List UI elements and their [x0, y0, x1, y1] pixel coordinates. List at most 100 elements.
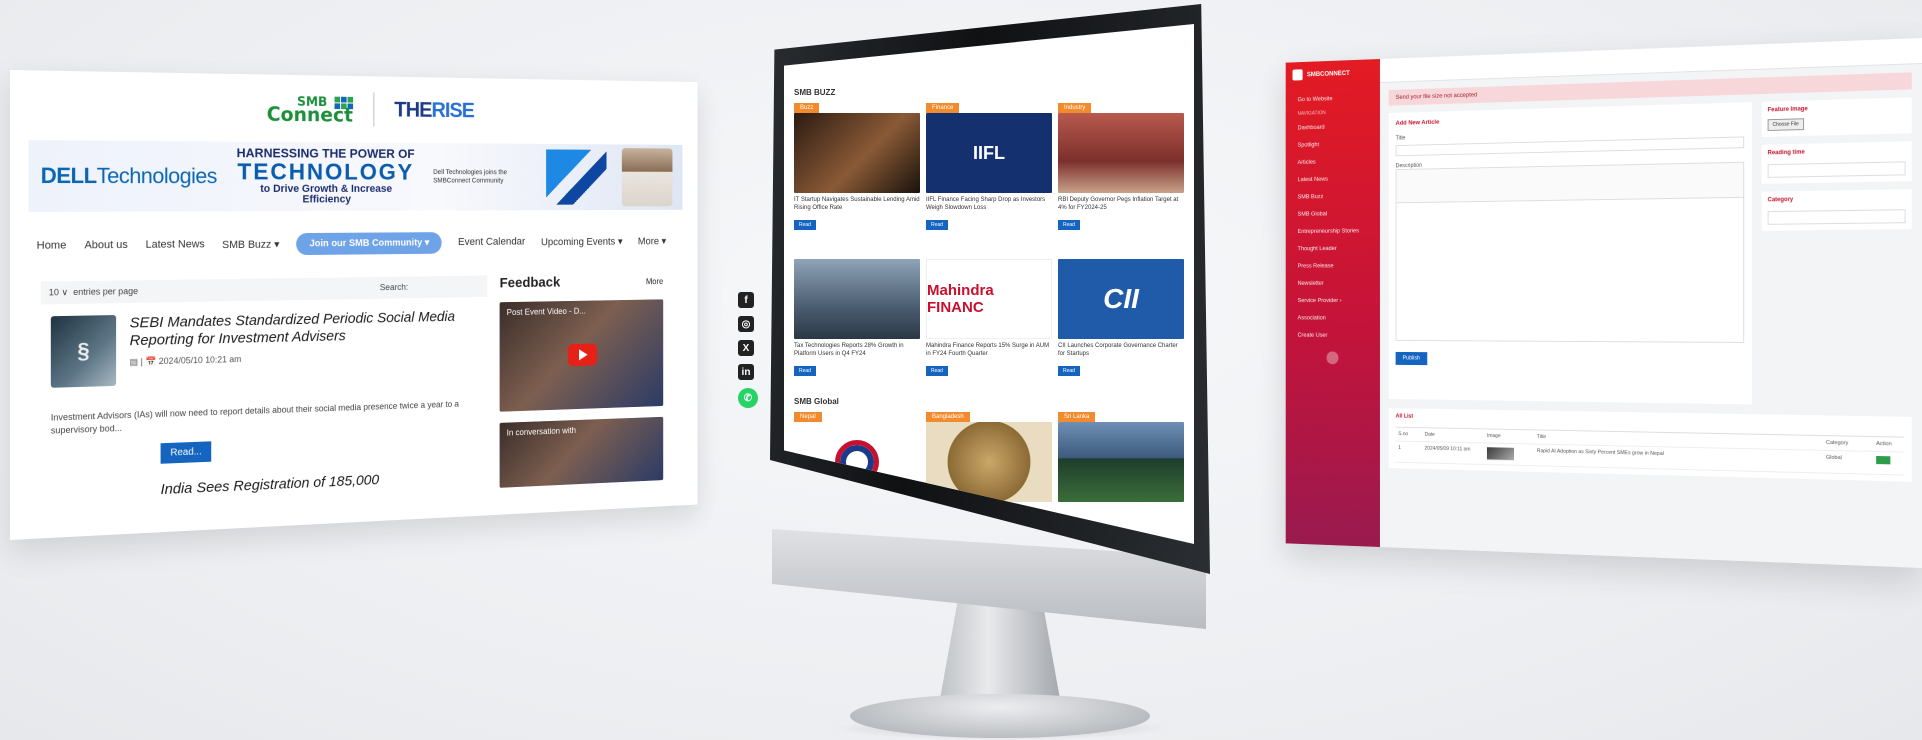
column-header[interactable]: Action: [1873, 437, 1903, 453]
article-excerpt: Investment Advisors (IAs) will now need …: [51, 397, 487, 437]
article-title[interactable]: India Sees Registration of 185,000: [41, 450, 488, 503]
article-title[interactable]: SEBI Mandates Standardized Periodic Soci…: [130, 308, 479, 350]
column-header[interactable]: Image: [1484, 429, 1534, 444]
sidebar-item-smb-buzz[interactable]: SMB Buzz: [1292, 187, 1373, 206]
card-image[interactable]: [794, 113, 920, 193]
sidebar-item-thought-leader[interactable]: Thought Leader: [1292, 240, 1373, 258]
entries-select[interactable]: 10 ∨: [49, 287, 68, 297]
video-thumbnail[interactable]: In conversation with: [500, 417, 664, 488]
video-thumbnail[interactable]: Post Event Video - D...: [500, 299, 664, 411]
table-cell: 2024/05/09 10:11 am: [1422, 442, 1484, 465]
edit-button[interactable]: [1876, 456, 1890, 465]
card-title[interactable]: CII Launches Corporate Governance Charte…: [1058, 343, 1184, 359]
category-select[interactable]: [1768, 209, 1906, 225]
news-card[interactable]: Tax Technologies Reports 28% Growth in P…: [794, 249, 920, 389]
admin-panel: SMBCONNECT Go to Website NAVIGATION Dash…: [1286, 38, 1922, 568]
description-editor[interactable]: [1396, 197, 1745, 343]
read-button[interactable]: Read: [1058, 220, 1080, 230]
read-button[interactable]: Read: [794, 220, 816, 230]
nav-more[interactable]: More ▾: [638, 235, 666, 247]
card-title[interactable]: Tax Technologies Reports 28% Growth in P…: [794, 343, 920, 359]
news-card[interactable]: Finance IIFL IIFL Finance Facing Sharp D…: [926, 103, 1052, 243]
sidebar-item-press-release[interactable]: Press Release: [1292, 257, 1373, 275]
instagram-icon[interactable]: ◎: [738, 316, 754, 332]
therise-logo[interactable]: THERISE: [394, 98, 474, 123]
nav-home[interactable]: Home: [37, 240, 67, 252]
category-tag[interactable]: Nepal: [794, 412, 822, 422]
whatsapp-icon[interactable]: ✆: [738, 388, 758, 408]
section-title: SMB Global: [794, 397, 1184, 406]
monitor-base: [850, 694, 1150, 738]
category-tag[interactable]: Sri Lanka: [1058, 412, 1095, 422]
sidebar-item-newsletter[interactable]: Newsletter: [1292, 274, 1373, 292]
sidebar-item-service-provider[interactable]: Service Provider ›: [1292, 292, 1373, 309]
reading-time-input[interactable]: [1768, 161, 1906, 178]
category-tag[interactable]: Buzz: [794, 103, 819, 113]
sidebar-item-create-user[interactable]: Create User: [1292, 327, 1373, 345]
x-icon[interactable]: X: [738, 340, 754, 356]
category-tag[interactable]: Bangladesh: [926, 412, 970, 422]
section-title: SMB BUZZ: [794, 88, 1184, 97]
article-thumbnail[interactable]: §: [51, 315, 116, 388]
scene: SMB Connect THERISE DELLTechnologies HAR…: [0, 0, 1922, 740]
read-button[interactable]: Read: [794, 366, 816, 376]
card-image[interactable]: Mahindra FINANC: [926, 259, 1052, 339]
feedback-more-link[interactable]: More: [646, 276, 663, 285]
sidebar-item-dashboard[interactable]: Dashboard: [1292, 117, 1373, 137]
category-tag[interactable]: Finance: [926, 103, 959, 113]
sidebar-item-articles[interactable]: Articles: [1292, 152, 1373, 171]
news-card[interactable]: Buzz IT Startup Navigates Sustainable Le…: [794, 103, 920, 243]
sidebar-item-latest-news[interactable]: Latest News: [1292, 170, 1373, 189]
read-button[interactable]: Read: [926, 220, 948, 230]
card-image[interactable]: [794, 259, 920, 339]
play-icon[interactable]: [568, 343, 597, 366]
search-label[interactable]: Search:: [380, 282, 408, 293]
feedback-title: Feedback: [500, 275, 561, 292]
editor-toolbar[interactable]: [1396, 162, 1745, 203]
news-card[interactable]: Mahindra FINANC Mahindra Finance Reports…: [926, 249, 1052, 389]
card-image[interactable]: IIFL: [926, 113, 1052, 193]
card-image[interactable]: CII: [1058, 259, 1184, 339]
list-title: All List: [1396, 414, 1904, 429]
sidebar-item-spotlight[interactable]: Spotlight: [1292, 135, 1373, 154]
nav-smb-buzz[interactable]: SMB Buzz ▾: [222, 238, 279, 251]
nav-latest-news[interactable]: Latest News: [146, 239, 205, 251]
column-header[interactable]: Category: [1823, 436, 1873, 452]
card-image[interactable]: [1058, 422, 1184, 502]
category-tag[interactable]: Industry: [1058, 103, 1091, 113]
read-button[interactable]: Read: [926, 366, 948, 376]
admin-brand[interactable]: SMBCONNECT: [1292, 67, 1373, 81]
linkedin-icon[interactable]: in: [738, 364, 754, 380]
imac-monitor: SMB BUZZ Buzz IT Startup Navigates Susta…: [770, 4, 1210, 564]
column-header[interactable]: Date: [1422, 428, 1484, 443]
card-title[interactable]: IT Startup Navigates Sustainable Lending…: [794, 197, 920, 213]
collapse-toggle-icon[interactable]: [1326, 351, 1338, 364]
nav-event-calendar[interactable]: Event Calendar: [458, 236, 525, 248]
sidebar-item-association[interactable]: Association: [1292, 309, 1373, 327]
nav-upcoming-events[interactable]: Upcoming Events ▾: [541, 235, 623, 248]
dell-banner[interactable]: DELLTechnologies HARNESSING THE POWER OF…: [28, 140, 682, 212]
read-more-button[interactable]: Read...: [161, 441, 212, 463]
news-card[interactable]: CII CII Launches Corporate Governance Ch…: [1058, 249, 1184, 389]
publish-button[interactable]: Publish: [1396, 352, 1427, 365]
feedback-sidebar: Feedback More Post Event Video - D... In…: [500, 273, 664, 488]
nav-about[interactable]: About us: [84, 239, 127, 251]
choose-file-button[interactable]: Choose File: [1768, 118, 1804, 131]
dell-logo: DELLTechnologies: [41, 163, 217, 189]
sidebar-item-smb-global[interactable]: SMB Global: [1292, 205, 1373, 224]
card-image[interactable]: [1058, 113, 1184, 193]
smb-connect-logo[interactable]: SMB Connect: [267, 96, 353, 122]
feature-image-box: Feature Image Choose File: [1762, 97, 1912, 137]
facebook-icon[interactable]: f: [738, 292, 754, 308]
card-title[interactable]: Mahindra Finance Reports 15% Surge in AU…: [926, 343, 1052, 359]
join-community-button[interactable]: Join our SMB Community ▾: [296, 232, 442, 255]
column-header[interactable]: S.no: [1396, 428, 1422, 442]
table-cell: 1: [1396, 441, 1422, 463]
table-cell: Global: [1823, 451, 1873, 475]
card-title[interactable]: IIFL Finance Facing Sharp Drop as Invest…: [926, 197, 1052, 213]
card-title[interactable]: RBI Deputy Governor Pegs Inflation Targe…: [1058, 197, 1184, 213]
news-card[interactable]: Industry RBI Deputy Governor Pegs Inflat…: [1058, 103, 1184, 243]
sidebar-item-stories[interactable]: Entrepreneurship Stories: [1292, 222, 1373, 240]
read-button[interactable]: Read: [1058, 366, 1080, 376]
news-list: 10 ∨ entries per page Search: § SEBI Man…: [41, 276, 488, 510]
